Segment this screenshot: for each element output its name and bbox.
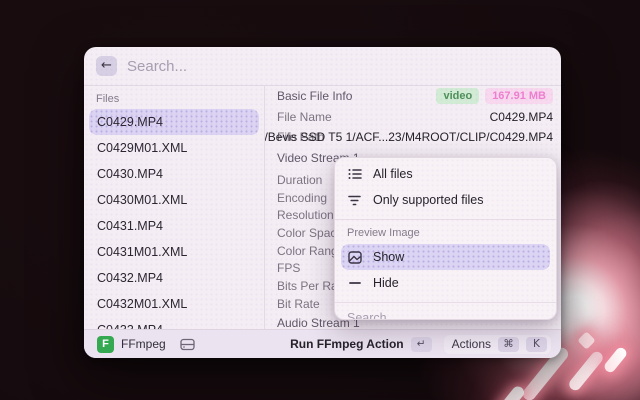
k-key-badge: K <box>526 337 547 352</box>
light-streak <box>602 346 628 375</box>
file-name-value: C0429.MP4 <box>490 109 553 125</box>
search-input[interactable]: Search... <box>127 58 187 75</box>
preview-image-section-label: Preview Image <box>347 227 544 239</box>
file-path-value: /Volumes/Bevis SSD T5 1/ACF...23/M4ROOT/… <box>265 129 553 145</box>
file-name: C0432M01.XML <box>97 297 187 311</box>
file-list-item[interactable]: C0431M01.XML <box>89 239 259 265</box>
actions-button[interactable]: Actions ⌘ K <box>444 335 551 354</box>
file-type-badge: video <box>436 88 479 104</box>
menu-item[interactable]: Show <box>341 244 550 270</box>
menu-divider <box>335 219 556 220</box>
filter-dropdown-menu: All files <box>334 157 557 320</box>
file-name: C0432.MP4 <box>97 271 163 285</box>
filter-menu-items: All files <box>335 161 556 213</box>
image-icon <box>347 250 362 265</box>
file-size-badge: 167.91 MB <box>485 88 553 104</box>
menu-divider <box>335 302 556 303</box>
files-panel: Files C0429.MP4 C0429M01.XML C0430.MP4 <box>84 85 264 330</box>
preview-menu-items: Show <box>335 244 556 296</box>
file-name-label: File Name <box>277 110 332 124</box>
file-name: C0430M01.XML <box>97 193 187 207</box>
file-badges: video 167.91 MB <box>436 88 553 104</box>
basic-file-info-title: Basic File Info <box>277 89 352 103</box>
app-name: FFmpeg <box>121 337 166 351</box>
list-icon <box>347 167 362 182</box>
filter-icon <box>347 193 362 208</box>
file-list-item[interactable]: C0431.MP4 <box>89 213 259 239</box>
minus-icon <box>347 276 362 291</box>
search-bar: ← Search... <box>84 47 561 86</box>
run-ffmpeg-action-button[interactable]: Run FFmpeg Action <box>290 337 404 351</box>
menu-item-label: All files <box>373 167 413 181</box>
action-bar: F FFmpeg Run FFmpeg Action ↵ Actions ⌘ K <box>84 329 561 358</box>
file-name: C0429.MP4 <box>97 115 163 129</box>
drive-icon <box>180 338 195 351</box>
desktop-background: ← Search... Files C0429.MP4 C0429M01.XML <box>0 0 640 400</box>
light-diamond <box>577 331 595 349</box>
menu-item-label: Show <box>373 250 404 264</box>
file-list-item[interactable]: C0430.MP4 <box>89 161 259 187</box>
enter-key-badge: ↵ <box>411 337 432 352</box>
menu-item-label: Hide <box>373 276 399 290</box>
light-streak <box>496 384 527 400</box>
actions-label: Actions <box>452 337 491 351</box>
menu-item[interactable]: Hide <box>341 270 550 296</box>
file-list-item[interactable]: C0432M01.XML <box>89 291 259 317</box>
file-list-item[interactable]: C0429.MP4 <box>89 109 259 135</box>
ffmpeg-app-icon: F <box>97 336 114 353</box>
light-streak <box>567 349 605 392</box>
files-panel-header: Files <box>96 93 264 105</box>
back-button[interactable]: ← <box>96 56 117 76</box>
file-list-item[interactable]: C0429M01.XML <box>89 135 259 161</box>
arrow-left-icon: ← <box>101 58 112 73</box>
menu-item[interactable]: Only supported files <box>341 187 550 213</box>
menu-item-label: Only supported files <box>373 193 483 207</box>
file-list-item[interactable]: C0432.MP4 <box>89 265 259 291</box>
menu-item[interactable]: All files <box>341 161 550 187</box>
file-list-item[interactable]: C0430M01.XML <box>89 187 259 213</box>
file-name: C0431.MP4 <box>97 219 163 233</box>
file-name: C0430.MP4 <box>97 167 163 181</box>
file-name: C0429M01.XML <box>97 141 187 155</box>
dropdown-search-input[interactable]: Search... <box>347 311 544 320</box>
cmd-key-badge: ⌘ <box>498 337 519 352</box>
file-list: C0429.MP4 C0429M01.XML C0430.MP4 C0430M0… <box>84 109 264 330</box>
file-name: C0431M01.XML <box>97 245 187 259</box>
